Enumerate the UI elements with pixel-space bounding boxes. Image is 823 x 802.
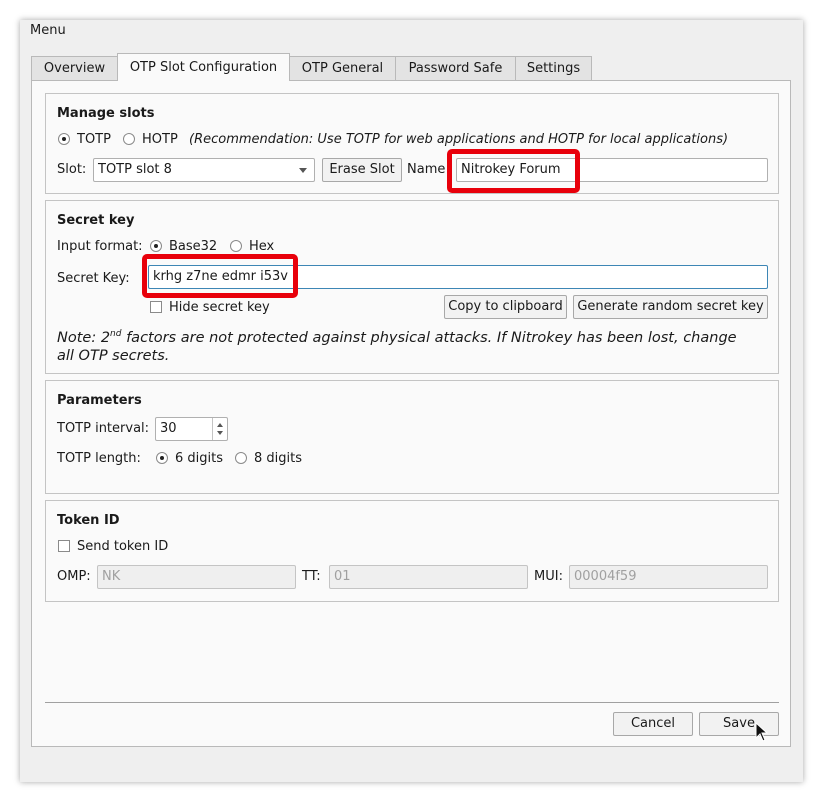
manage-slots-group: Manage slots TOTP HOTP (Recommendation: … (45, 93, 779, 194)
token-id-group: Token ID Send token ID OMP: NK TT: 01 MU… (45, 500, 779, 602)
hide-secret-checkbox[interactable] (150, 301, 162, 313)
recommendation-text: (Recommendation: Use TOTP for web applic… (189, 132, 729, 147)
hex-radio[interactable] (230, 240, 242, 252)
totp-length-label: TOTP length: (57, 451, 141, 466)
omp-label: OMP: (57, 569, 91, 584)
footer-separator (45, 702, 779, 703)
totp-radio[interactable] (58, 133, 70, 145)
mui-label: MUI: (534, 569, 563, 584)
secret-key-title: Secret key (57, 213, 135, 228)
name-input[interactable]: Nitrokey Forum (456, 158, 768, 182)
note-line2: all OTP secrets. (57, 347, 170, 364)
totp-interval-label: TOTP interval: (57, 421, 150, 436)
secret-key-label: Secret Key: (57, 271, 130, 286)
totp-interval-spinbox[interactable]: 30 (155, 417, 228, 441)
totp-interval-value: 30 (160, 421, 177, 436)
input-format-label: Input format: (57, 239, 143, 254)
tab-panel: Manage slots TOTP HOTP (Recommendation: … (31, 80, 791, 747)
six-digits-label: 6 digits (175, 451, 224, 466)
eight-digits-radio[interactable] (235, 452, 247, 464)
note-rest: factors are not protected against physic… (121, 329, 737, 346)
slot-select[interactable]: TOTP slot 8 (93, 158, 315, 182)
hide-secret-label: Hide secret key (169, 300, 270, 315)
note-prefix: Note: 2 (57, 329, 111, 346)
tab-otp-slot-configuration[interactable]: OTP Slot Configuration (117, 53, 290, 81)
secret-key-input[interactable]: krhg z7ne edmr i53v (148, 265, 768, 289)
send-token-id-label: Send token ID (77, 539, 169, 554)
chevron-down-icon (299, 168, 307, 173)
spin-down-icon[interactable] (217, 431, 223, 435)
copy-to-clipboard-button[interactable]: Copy to clipboard (444, 295, 567, 319)
name-label: Name (407, 162, 446, 177)
mouse-cursor-icon (755, 722, 769, 742)
send-token-id-checkbox[interactable] (58, 540, 70, 552)
mui-input: 00004f59 (569, 565, 768, 589)
base32-label: Base32 (169, 239, 218, 254)
omp-input: NK (97, 565, 296, 589)
tt-input: 01 (329, 565, 528, 589)
base32-radio[interactable] (150, 240, 162, 252)
slot-label: Slot: (57, 162, 87, 177)
token-id-title: Token ID (57, 513, 120, 528)
tab-password-safe[interactable]: Password Safe (395, 56, 516, 80)
secret-key-group: Secret key Input format: Base32 Hex Secr… (45, 200, 779, 374)
hotp-radio[interactable] (123, 133, 135, 145)
tab-overview[interactable]: Overview (31, 56, 118, 80)
spinbox-divider (212, 418, 213, 440)
spin-up-icon[interactable] (217, 423, 223, 427)
generate-secret-button[interactable]: Generate random secret key (573, 295, 768, 319)
slot-select-value: TOTP slot 8 (98, 162, 172, 177)
hex-label: Hex (249, 239, 275, 254)
parameters-group: Parameters TOTP interval: 30 TOTP length… (45, 380, 779, 494)
manage-slots-title: Manage slots (57, 106, 155, 121)
eight-digits-label: 8 digits (254, 451, 303, 466)
parameters-title: Parameters (57, 393, 142, 408)
main-window: Menu Overview OTP Slot Configuration OTP… (20, 20, 803, 782)
tt-label: TT: (302, 569, 321, 584)
tab-settings[interactable]: Settings (515, 56, 592, 80)
six-digits-radio[interactable] (156, 452, 168, 464)
security-note: Note: 2nd factors are not protected agai… (57, 325, 772, 365)
hotp-label: HOTP (142, 132, 178, 147)
erase-slot-button[interactable]: Erase Slot (322, 158, 402, 182)
menu-item[interactable]: Menu (30, 23, 66, 38)
tab-otp-general[interactable]: OTP General (289, 56, 396, 80)
note-superscript: nd (110, 329, 122, 339)
menu-bar: Menu (20, 20, 803, 42)
cancel-button[interactable]: Cancel (613, 712, 693, 736)
totp-label: TOTP (77, 132, 111, 147)
